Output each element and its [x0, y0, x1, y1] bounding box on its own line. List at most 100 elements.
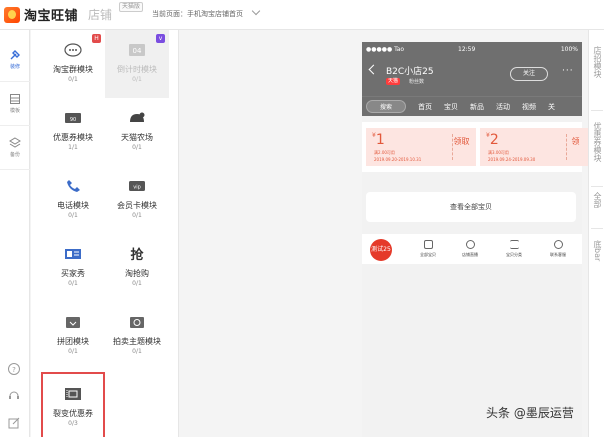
- current-page-prefix: 当前页面：: [152, 10, 187, 18]
- module-count: 0/1: [132, 144, 142, 151]
- phone-status-bar: ●●●●● Tao 12:59 100%: [362, 42, 582, 56]
- coupon-card[interactable]: ¥2 满3.00可用 2019.09.24-2019.09.30 领: [480, 128, 590, 166]
- edition-badge: 天猫版: [119, 2, 144, 12]
- nav-tab[interactable]: 新品: [470, 102, 484, 112]
- layout-icon: [10, 94, 20, 104]
- tmall-tag: 天猫: [386, 78, 401, 85]
- coupon-date: 2019.09.24-2019.09.30: [488, 157, 536, 162]
- coupon-strip: ¥1 满2.00可用 2019.09.20-2019.10.31 领取 ¥2 满…: [362, 122, 590, 172]
- back-arrow-icon[interactable]: [368, 64, 379, 75]
- left-rail: 装修 模板 备份 ?: [0, 30, 30, 437]
- bag-icon: [423, 240, 433, 249]
- module-phone[interactable]: 电话模块 0/1: [41, 166, 105, 234]
- current-page-selector[interactable]: 当前页面：手机淘宝店铺首页: [152, 9, 243, 19]
- module-count: 0/1: [68, 76, 78, 83]
- edit-icon[interactable]: [7, 416, 21, 430]
- module-count: 0/1: [132, 76, 142, 83]
- module-name: 天猫农场: [121, 133, 153, 142]
- shop-label[interactable]: 店铺: [88, 6, 112, 23]
- divider: [591, 110, 603, 111]
- nav-tab[interactable]: 活动: [496, 102, 510, 112]
- headset-icon[interactable]: [7, 388, 21, 402]
- search-button[interactable]: 搜索: [366, 100, 406, 113]
- module-buyer-show[interactable]: 买家秀 0/1: [41, 234, 105, 302]
- view-all-items-button[interactable]: 查看全部宝贝: [366, 192, 576, 222]
- brush-icon: [10, 50, 20, 60]
- module-tmall-farm[interactable]: 天猫农场 0/1: [105, 98, 169, 166]
- shop-bottom-bar: 测试25 全部宝贝 店铺直播 宝贝分类 联系客服: [362, 234, 582, 264]
- coupon-condition: 满3.00可用: [488, 150, 509, 155]
- bottom-item-live[interactable]: 店铺直播: [450, 240, 490, 258]
- module-name: 拼团模块: [57, 337, 89, 346]
- module-count: 1/1: [68, 144, 78, 151]
- coupon-get-button[interactable]: 领: [566, 134, 584, 160]
- shop-header[interactable]: B2C小店25 天猫 粉丝数 关注 ···: [362, 56, 582, 96]
- phone-icon: [67, 180, 80, 192]
- rail-item-decorate[interactable]: 装修: [0, 38, 30, 82]
- more-menu-icon[interactable]: ···: [562, 66, 574, 76]
- follow-button[interactable]: 关注: [510, 67, 548, 81]
- service-icon: [553, 240, 563, 249]
- bottom-item-label: 店铺直播: [462, 252, 478, 257]
- right-tab-bottom-bar[interactable]: 底bar: [589, 240, 604, 261]
- rail-label: 模板: [9, 108, 20, 114]
- farm-icon: [130, 112, 145, 122]
- module-vip-card[interactable]: vip 会员卡模块 0/1: [105, 166, 169, 234]
- shop-avatar[interactable]: 测试25: [370, 239, 392, 261]
- watermark: 头条 @墨辰运营: [486, 406, 574, 420]
- nav-tab[interactable]: 关: [548, 102, 555, 112]
- right-tab-shop-sign[interactable]: 店招模块: [589, 46, 604, 78]
- module-flash-sale[interactable]: 抢 淘抢购 0/1: [105, 234, 169, 302]
- rail-item-template[interactable]: 模板: [0, 82, 30, 126]
- list-icon: [509, 240, 519, 249]
- module-count: 0/1: [68, 212, 78, 219]
- top-bar: 淘宝旺铺 店铺 天猫版 当前页面：手机淘宝店铺首页: [0, 0, 604, 30]
- module-fission-coupon[interactable]: 裂变优惠券 0/3: [41, 372, 105, 437]
- svg-text:90: 90: [70, 117, 76, 123]
- right-tab-coupon[interactable]: 优惠券模块: [589, 122, 604, 162]
- module-countdown[interactable]: v 04 倒计时模块 0/1: [105, 30, 169, 98]
- coupon-value: 2: [489, 132, 499, 148]
- battery-text: 100%: [560, 45, 578, 53]
- coupon-card[interactable]: ¥1 满2.00可用 2019.09.20-2019.10.31 领取: [366, 128, 476, 166]
- carrier-text: ●●●●● Tao: [366, 45, 405, 53]
- module-name: 拍卖主题模块: [113, 337, 161, 346]
- module-name: 裂变优惠券: [53, 409, 93, 418]
- buyer-show-icon: [65, 249, 81, 259]
- nav-tab[interactable]: 宝贝: [444, 102, 458, 112]
- hot-tag: H: [92, 34, 101, 43]
- fans-count: 粉丝数: [409, 79, 425, 85]
- svg-text:抢: 抢: [130, 247, 144, 262]
- app-title: 淘宝旺铺: [24, 9, 79, 24]
- module-name: 淘宝群模块: [53, 65, 93, 74]
- module-taobao-group[interactable]: H 淘宝群模块 0/1: [41, 30, 105, 98]
- svg-text:04: 04: [133, 47, 142, 55]
- bottom-item-label: 宝贝分类: [506, 252, 522, 257]
- rail-label: 装修: [9, 64, 20, 70]
- coupon-get-button[interactable]: 领取: [452, 134, 470, 160]
- bottom-item-service[interactable]: 联系客服: [538, 240, 578, 258]
- nav-tab[interactable]: 首页: [418, 102, 432, 112]
- svg-text:vip: vip: [133, 185, 141, 191]
- rail-item-backup[interactable]: 备份: [0, 126, 30, 170]
- nav-tab[interactable]: 视频: [522, 102, 536, 112]
- bottom-item-all-items[interactable]: 全部宝贝: [408, 240, 448, 258]
- module-name: 电话模块: [57, 201, 89, 210]
- bottom-item-category[interactable]: 宝贝分类: [494, 240, 534, 258]
- shop-name: B2C小店25: [386, 67, 434, 77]
- flash-sale-icon: 抢: [130, 247, 144, 262]
- coupon-condition: 满2.00可用: [374, 150, 395, 155]
- app-root: 淘宝旺铺 店铺 天猫版 当前页面：手机淘宝店铺首页 装修 模板 备份 ? H 淘…: [0, 0, 604, 437]
- chat-group-icon: [64, 43, 82, 57]
- coupon-icon: 90: [65, 113, 81, 123]
- module-coupon[interactable]: 90 优惠券模块 1/1: [41, 98, 105, 166]
- right-tab-all[interactable]: 全部: [589, 192, 604, 208]
- module-auction[interactable]: 拍卖主题模块 0/1: [105, 302, 169, 370]
- module-name: 会员卡模块: [117, 201, 157, 210]
- svg-text:?: ?: [12, 366, 16, 374]
- help-icon[interactable]: ?: [7, 362, 21, 376]
- module-group-buy[interactable]: 拼团模块 0/1: [41, 302, 105, 370]
- countdown-icon: 04: [129, 44, 145, 56]
- coupon-amount: ¥1: [372, 132, 385, 148]
- chevron-down-icon[interactable]: [251, 6, 261, 16]
